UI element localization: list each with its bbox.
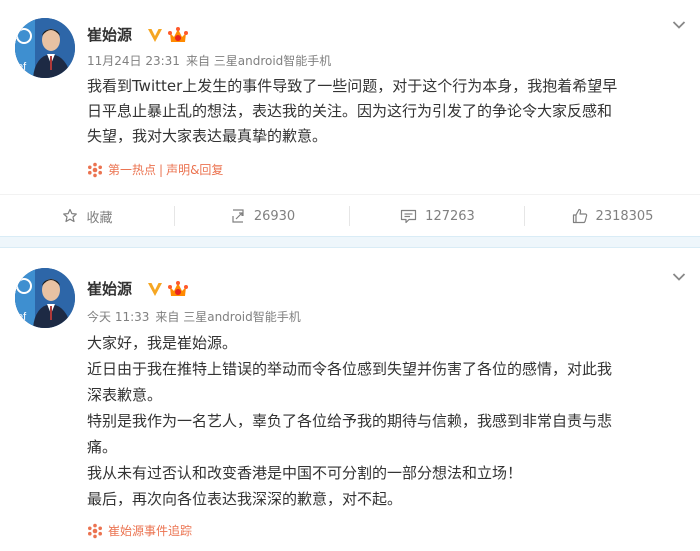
topic-second[interactable]: 声明&回复 [166,162,223,178]
post-line: 我看到Twitter上发生的事件导致了一些问题，对于这个行为本身，我抱着希望早 [87,77,618,95]
post-line: 近日由于我在推特上错误的举动而令各位感到失望并伤害了各位的感情，对此我 [87,360,613,378]
post-line: 失望，我对大家表达最真挚的歉意。 [87,127,328,145]
comment-icon [401,209,417,224]
comment-button[interactable]: 127263 [350,195,525,237]
post-text: 大家好，我是崔始源。 近日由于我在推特上错误的举动而令各位感到失望并伤害了各位的… [87,330,687,512]
post-line: 大家好，我是崔始源。 [87,334,238,352]
author-name[interactable]: 崔始源 [87,25,132,45]
topic-tag[interactable]: 崔始源事件追踪 [87,523,192,539]
repost-count: 26930 [253,208,296,224]
chevron-down-icon[interactable] [672,20,686,30]
action-bar: 收藏 26930 127263 2318305 [0,194,700,236]
topic-divider: | [159,163,164,177]
favorite-button[interactable]: 收藏 [0,195,175,237]
chevron-down-icon[interactable] [672,272,686,282]
post-meta: 11月24日 23:31 来自 三星android智能手机 [87,53,331,69]
hot-topic-icon [88,523,102,539]
post-line: 我从未有过否认和改变香港是中国不可分割的一部分想法和立场！ [87,464,523,482]
post-time[interactable]: 11月24日 23:31 [87,54,180,68]
post-separator [0,236,700,248]
post-line: 痛。 [87,438,118,456]
avatar[interactable]: ef [15,18,75,78]
weibo-post-1: ef 崔始源 11月24日 23:31 来自 三星android智能手机 我看到T… [0,0,700,236]
post-line: 深表歉意。 [87,386,163,404]
svg-text:ef: ef [17,311,27,323]
author-name[interactable]: 崔始源 [87,279,132,299]
like-button[interactable]: 2318305 [525,195,700,237]
comment-count: 127263 [425,208,475,224]
thumbs-up-icon [572,208,587,224]
avatar[interactable]: ef [15,268,75,328]
favorite-label: 收藏 [86,210,113,226]
repost-icon [232,209,244,223]
post-line: 日平息止暴止乱的想法，表达我的关注。因为这行为引发了的争论令大家反感和 [87,102,613,120]
verified-v-icon [148,283,162,296]
post-time[interactable]: 今天 11:33 [87,310,149,324]
weibo-post-2: ef 崔始源 今天 11:33 来自 三星android智能手机 大家好，我是崔始… [0,248,700,551]
verified-v-icon [148,29,162,42]
post-line: 特别是我作为一名艺人，辜负了各位给予我的期待与信赖，我感到非常自责与悲 [87,412,613,430]
star-icon [63,208,78,223]
post-source: 来自 三星android智能手机 [155,310,301,324]
post-source: 来自 三星android智能手机 [185,54,332,68]
hot-topic-icon [88,162,102,178]
svg-text:ef: ef [17,61,27,73]
like-count: 2318305 [595,208,654,224]
vip-crown-icon[interactable] [167,25,189,45]
topic-first[interactable]: 第一热点 [108,162,156,178]
post-text: 我看到Twitter上发生的事件导致了一些问题，对于这个行为本身，我抱着希望早 … [87,74,687,149]
post-meta: 今天 11:33 来自 三星android智能手机 [87,309,301,325]
repost-button[interactable]: 26930 [175,195,350,237]
post-line: 最后，再次向各位表达我深深的歉意，对不起。 [87,490,403,508]
topic-first[interactable]: 崔始源事件追踪 [108,523,192,539]
topic-tag[interactable]: 第一热点 | 声明&回复 [87,162,223,178]
vip-crown-icon[interactable] [167,279,189,299]
